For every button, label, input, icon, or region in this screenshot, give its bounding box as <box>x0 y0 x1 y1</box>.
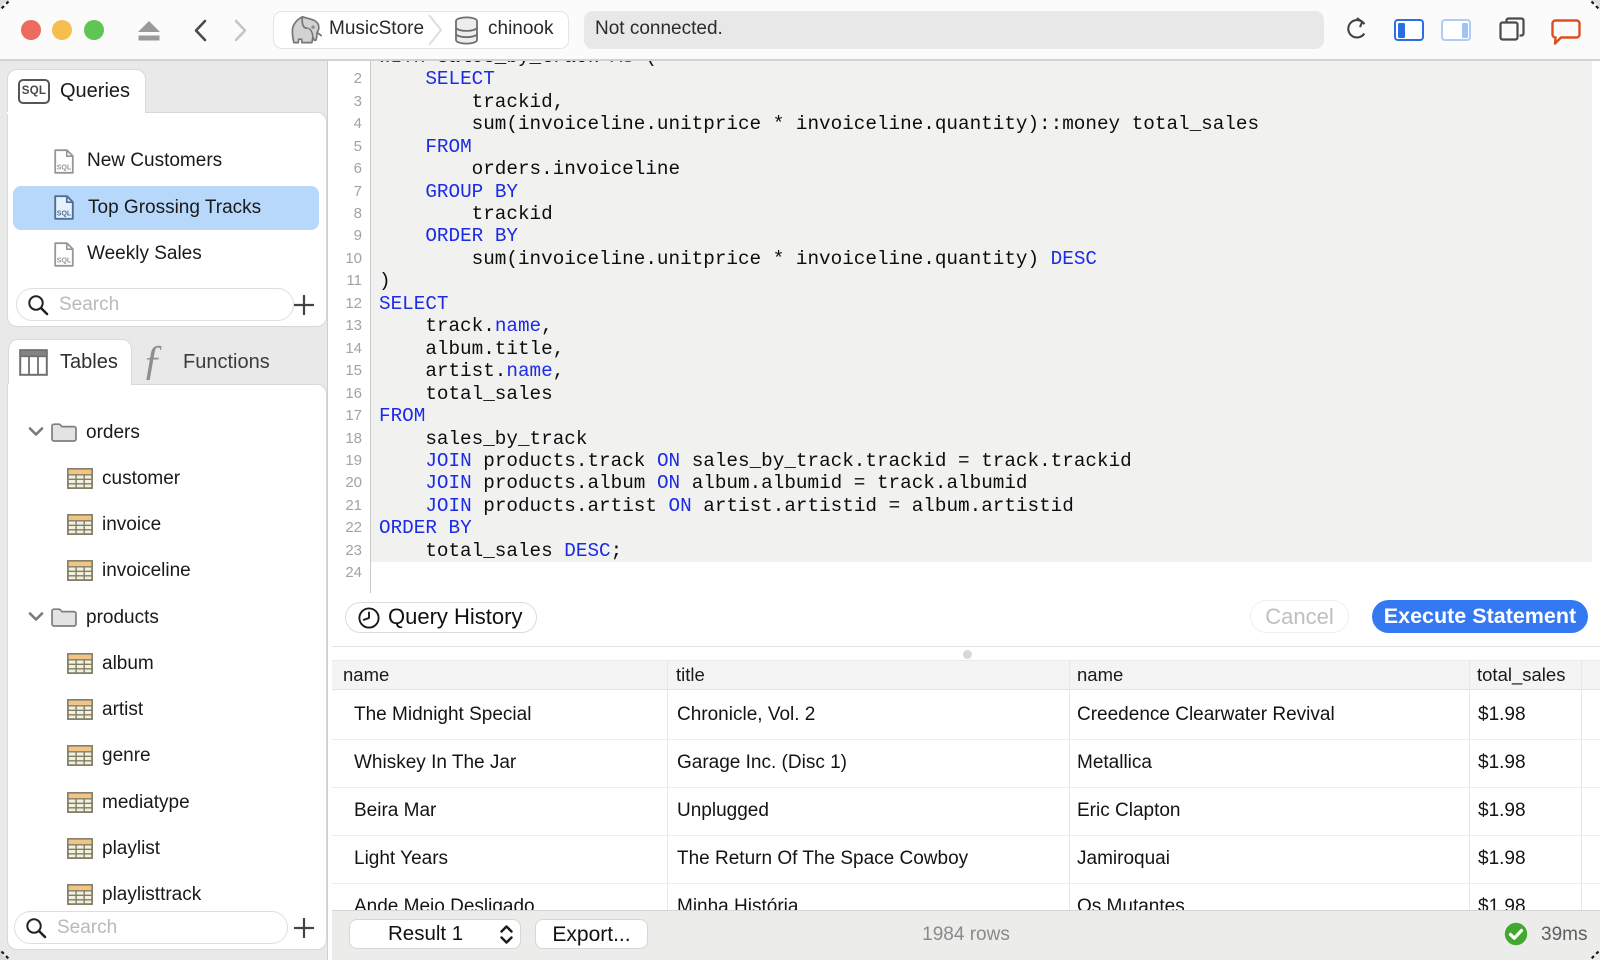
svg-text:SQL: SQL <box>57 165 72 172</box>
svg-text:SQL: SQL <box>57 211 72 218</box>
svg-text:SQL: SQL <box>57 258 72 265</box>
